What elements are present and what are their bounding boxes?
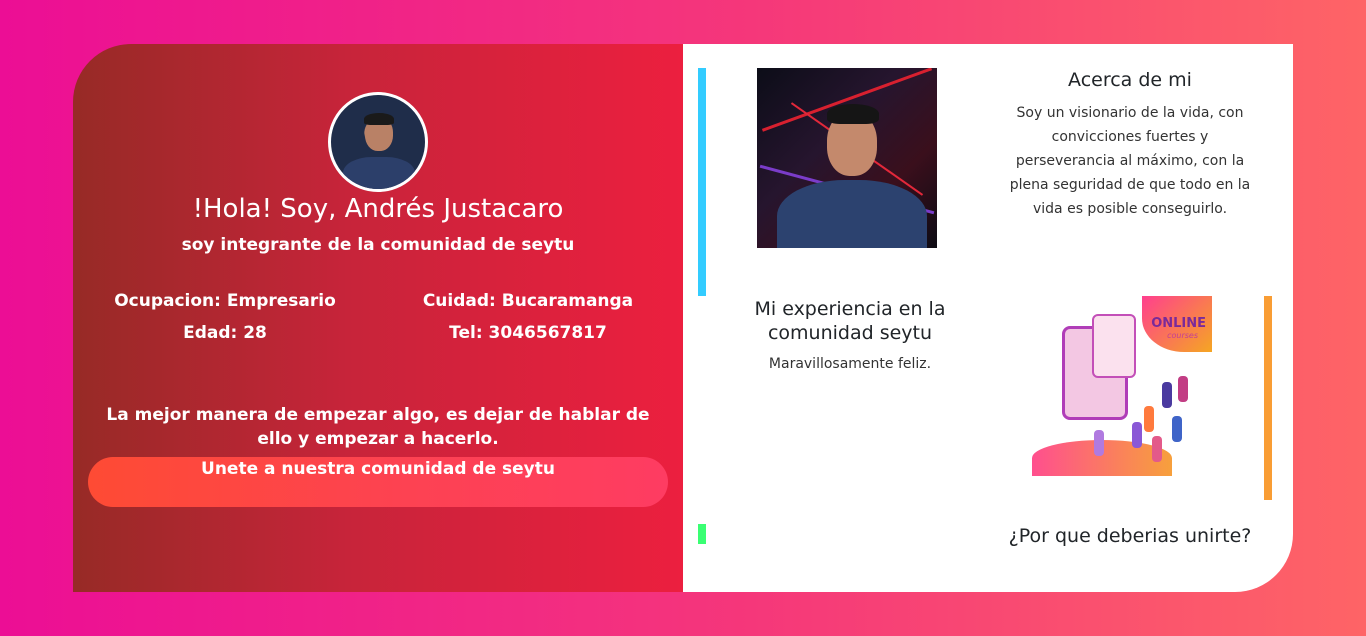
age-text: Edad: 28 [183,323,267,343]
experience-text: Maravillosamente feliz. [768,356,932,372]
occupation-text: Ocupacion: Empresario [114,291,336,311]
motivational-quote: La mejor manera de empezar algo, es deja… [106,405,650,449]
about-accent-bar [698,68,706,296]
online-courses-illustration: ONLINE courses [1032,296,1212,476]
avatar [328,92,428,192]
experience-title: Mi experiencia en la comunidad seytu [754,298,946,344]
why-accent-bar [698,524,706,544]
profile-card: !Hola! Soy, Andrés Justacaro soy integra… [73,44,1293,592]
phone-text: Tel: 3046567817 [449,323,607,343]
profile-panel: !Hola! Soy, Andrés Justacaro soy integra… [73,44,683,592]
illustration-subtitle: courses [1167,331,1198,340]
experience-accent-bar [1264,296,1272,500]
why-join-title: ¿Por que deberias unirte? [1008,525,1252,547]
join-community-button[interactable]: Unete a nuestra comunidad de seytu [88,457,668,507]
about-title: Acerca de mi [1068,69,1192,91]
city-text: Cuidad: Bucaramanga [422,291,634,311]
about-text: Soy un visionario de la vida, con convic… [1009,105,1251,217]
greeting-subtitle: soy integrante de la comunidad de seytu [181,235,575,255]
content-panel: Acerca de mi Soy un visionario de la vid… [683,44,1293,592]
illustration-title: ONLINE [1151,316,1206,331]
profile-photo [757,68,937,248]
greeting-title: !Hola! Soy, Andrés Justacaro [192,194,564,224]
